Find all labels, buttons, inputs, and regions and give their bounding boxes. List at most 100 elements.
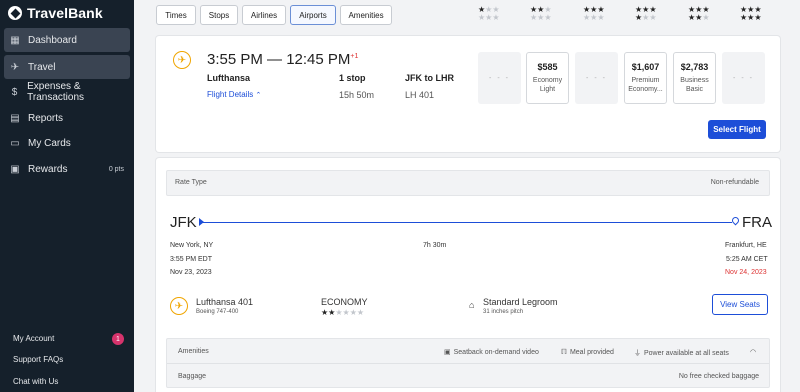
flight-result-card: ✈ 3:55 PM — 12:45 PM+1 Lufthansa Flight …	[156, 36, 780, 152]
departure-time: 3:55 PM EDT	[170, 256, 213, 263]
legroom: Standard Legroom	[483, 297, 558, 307]
sidebar-item-reports[interactable]: ▤ Reports	[4, 106, 130, 130]
amenity-label: Meal provided	[569, 348, 614, 356]
fare-placeholder: - - -	[733, 74, 754, 82]
support-faqs-link[interactable]: Support FAQs	[13, 355, 63, 364]
sidebar-item-label: Travel	[28, 61, 56, 73]
departure-date: Nov 23, 2023	[170, 269, 212, 276]
rewards-points: 0 pts	[108, 165, 124, 173]
origin-code: JFK	[170, 214, 197, 231]
wifi-icon: ◠	[750, 349, 757, 356]
chevron-up-icon: ⌃	[255, 92, 262, 99]
sidebar-item-expenses[interactable]: $ Expenses & Transactions	[4, 80, 130, 104]
sidebar-item-label: My Cards	[28, 137, 71, 149]
sidebar-item-dashboard[interactable]: ▦ Dashboard	[4, 28, 130, 52]
sidebar-item-label: Dashboard	[28, 34, 77, 46]
star-filter-3[interactable]: ★★★ ★★★	[583, 6, 605, 22]
fare-empty: - - -	[575, 52, 618, 104]
fare-economy-light[interactable]: $585 Economy Light	[526, 52, 569, 104]
amenities-row: Amenities ▣ Seatback on-demand video ℿ Mea…	[167, 339, 769, 363]
lufthansa-crane-icon: ✈	[173, 51, 191, 69]
logo-text: TravelBank	[27, 5, 103, 21]
star-filter-4[interactable]: ★★★ ★★★	[635, 6, 657, 22]
cabin-class: ECONOMY	[321, 297, 368, 307]
arrival-date: Nov 24, 2023	[725, 269, 767, 276]
star-filter-6[interactable]: ★★★ ★★★	[740, 6, 762, 22]
destination-code: FRA	[742, 214, 772, 231]
sidebar-item-my-cards[interactable]: ▭ My Cards	[4, 131, 130, 155]
origin-city: New York, NY	[170, 242, 214, 249]
location-pin-icon	[730, 215, 741, 226]
flight-duration: 15h 50m	[339, 90, 375, 100]
fare-price: $2,783	[680, 62, 709, 72]
day-offset: +1	[350, 53, 359, 60]
flight-detail-card: Rate Type Non-refundable JFK FRA New Yor…	[156, 158, 780, 392]
my-account-link[interactable]: My Account	[13, 334, 54, 343]
filter-bar: Times Stops Airlines Airports Amenities …	[134, 0, 800, 30]
star-filter-1[interactable]: ★★★ ★★★	[478, 6, 500, 22]
lufthansa-crane-icon: ✈	[170, 297, 188, 315]
star-filter-5[interactable]: ★★★ ★★★	[688, 6, 710, 22]
stops-count: 1 stop	[339, 73, 366, 83]
plane-icon: ✈	[10, 61, 20, 73]
arrival-time: 5:25 AM CET	[726, 256, 768, 263]
select-flight-button[interactable]: Select Flight	[708, 120, 766, 139]
amenity-power: ⏚ Power available at all seats	[634, 348, 729, 358]
cabin-rating: ★★★★★★	[321, 308, 365, 317]
view-seats-button[interactable]: View Seats	[712, 294, 768, 315]
amenity-label: Seatback on-demand video	[453, 348, 539, 356]
airline-flight: Lufthansa 401	[196, 297, 254, 307]
sidebar: TravelBank ▦ Dashboard ✈ Travel $ Expens…	[0, 0, 134, 392]
sidebar-item-label: Reports	[28, 112, 64, 124]
fare-empty: - - -	[478, 52, 521, 104]
travelbank-logo[interactable]: TravelBank	[8, 5, 103, 21]
flight-number: LH 401	[405, 90, 435, 100]
fare-business-basic[interactable]: $2,783 Business Basic	[673, 52, 716, 104]
amenities-table: Amenities ▣ Seatback on-demand video ℿ Mea…	[166, 338, 770, 388]
flight-route: JFK to LHR	[405, 73, 454, 83]
fare-placeholder: - - -	[489, 74, 510, 82]
fare-price: $1,607	[631, 62, 660, 72]
amenity-video: ▣ Seatback on-demand video	[444, 348, 539, 357]
document-icon: ▤	[10, 112, 20, 124]
sidebar-item-travel[interactable]: ✈ Travel	[4, 55, 130, 79]
seat-pitch: 31 inches pitch	[483, 309, 524, 315]
gift-icon: ▣	[10, 163, 20, 175]
amenities-label: Amenities	[178, 348, 209, 355]
flight-details-label: Flight Details	[207, 90, 254, 99]
filter-times[interactable]: Times	[156, 5, 196, 25]
filter-airports[interactable]: Airports	[290, 5, 336, 25]
filter-amenities[interactable]: Amenities	[340, 5, 392, 25]
airline-name: Lufthansa	[207, 73, 251, 83]
fare-placeholder: - - -	[586, 74, 607, 82]
fare-empty: - - -	[722, 52, 765, 104]
filter-stops[interactable]: Stops	[200, 5, 238, 25]
amenity-label: Power available at all seats	[644, 349, 729, 357]
rate-type-bar: Rate Type Non-refundable	[166, 170, 770, 196]
baggage-label: Baggage	[178, 373, 207, 380]
utensils-icon: ℿ	[561, 349, 567, 356]
sidebar-item-rewards[interactable]: ▣ Rewards 0 pts	[4, 157, 130, 181]
star-filter-2[interactable]: ★★★ ★★★	[530, 6, 552, 22]
chat-link[interactable]: Chat with Us	[13, 377, 58, 386]
rate-type-label: Rate Type	[175, 179, 207, 186]
route-line	[202, 222, 732, 223]
baggage-row: Baggage No free checked baggage	[167, 363, 769, 387]
fare-class: Business Basic	[680, 77, 709, 93]
baggage-value: No free checked baggage	[678, 373, 759, 380]
card-icon: ▭	[10, 137, 20, 149]
notification-badge: 1	[112, 333, 124, 345]
logo-icon	[8, 6, 22, 20]
video-icon: ▣	[444, 349, 451, 356]
filter-airlines[interactable]: Airlines	[242, 5, 286, 25]
flight-time-range: 3:55 PM — 12:45 PM+1	[207, 51, 358, 68]
segment-duration: 7h 30m	[423, 242, 447, 249]
fare-premium-economy[interactable]: $1,607 Premium Economy...	[624, 52, 667, 104]
fare-class: Premium Economy...	[628, 77, 663, 93]
refund-policy: Non-refundable	[710, 179, 759, 186]
grid-icon: ▦	[10, 34, 20, 46]
amenity-meal: ℿ Meal provided	[561, 348, 614, 357]
flight-details-link[interactable]: Flight Details ⌃	[207, 90, 261, 99]
seat-icon: ⌂	[469, 300, 475, 310]
dollar-icon: $	[11, 86, 18, 98]
